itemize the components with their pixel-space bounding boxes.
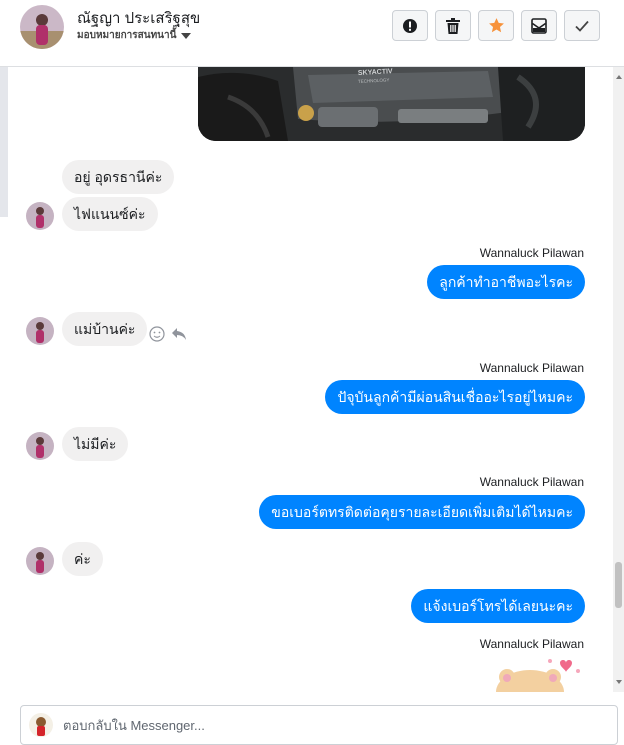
- assign-conversation[interactable]: มอบหมายการสนทนานี้: [77, 28, 192, 43]
- exclamation-circle-icon: [403, 18, 417, 33]
- delete-button[interactable]: [435, 10, 471, 41]
- sticker-message[interactable]: [490, 657, 585, 692]
- contact-avatar[interactable]: [20, 5, 64, 49]
- reply-input[interactable]: [63, 706, 603, 744]
- envelope-icon: [531, 17, 547, 34]
- caret-down-icon: [181, 32, 192, 39]
- message-thread: SKYACTIV TECHNOLOGY อยู่ อุดรธานีค่ะ ไฟแ…: [0, 67, 610, 692]
- assign-label: มอบหมายการสนทนานี้: [77, 30, 177, 41]
- checkmark-icon: [575, 20, 589, 32]
- star-button[interactable]: [478, 10, 514, 41]
- outgoing-message[interactable]: ปัจุบันลูกค้ามีผ่อนสินเชื่ออะไรอยู่ไหมคะ: [325, 380, 585, 414]
- conversation-header: ณัฐญา ประเสริฐสุข มอบหมายการสนทนานี้: [0, 0, 624, 67]
- sender-name: Wannaluck Pilawan: [479, 246, 584, 260]
- contact-avatar-small: [26, 547, 54, 575]
- shared-photo-engine[interactable]: SKYACTIV TECHNOLOGY: [198, 67, 585, 141]
- contact-name[interactable]: ณัฐญา ประเสริฐสุข: [77, 6, 200, 30]
- outgoing-message[interactable]: ลูกค้าทำอาชีพอะไรคะ: [427, 265, 585, 299]
- outgoing-message[interactable]: แจ้งเบอร์โทรได้เลยนะคะ: [411, 589, 585, 623]
- sender-name: Wannaluck Pilawan: [479, 637, 584, 651]
- incoming-message[interactable]: ค่ะ: [62, 542, 103, 576]
- contact-avatar-small: [26, 202, 54, 230]
- incoming-message[interactable]: อยู่ อุดรธานีค่ะ: [62, 160, 175, 194]
- mark-unread-button[interactable]: [521, 10, 557, 41]
- incoming-message[interactable]: แม่บ้านค่ะ: [62, 312, 148, 346]
- sender-name: Wannaluck Pilawan: [479, 475, 584, 489]
- react-emoji-icon[interactable]: [149, 326, 165, 347]
- alert-button[interactable]: [392, 10, 428, 41]
- reply-composer: [20, 705, 618, 745]
- scroll-thumb[interactable]: [615, 562, 622, 608]
- scroll-up-icon[interactable]: [616, 75, 622, 79]
- mark-done-button[interactable]: [564, 10, 600, 41]
- contact-avatar-small: [26, 432, 54, 460]
- page-avatar: [29, 713, 53, 737]
- vertical-scrollbar[interactable]: [613, 67, 624, 692]
- scroll-down-icon[interactable]: [616, 680, 622, 684]
- sender-name: Wannaluck Pilawan: [479, 361, 584, 375]
- trash-icon: [446, 17, 460, 34]
- star-icon: [488, 18, 504, 33]
- outgoing-message[interactable]: ขอเบอร์ตทรติดต่อคุยรายละเอียดเพิ่มเติมได…: [259, 495, 585, 529]
- incoming-message[interactable]: ไฟแนนซ์ค่ะ: [62, 197, 158, 231]
- contact-avatar-small: [26, 317, 54, 345]
- reply-icon[interactable]: [171, 326, 187, 347]
- incoming-message[interactable]: ไม่มีค่ะ: [62, 427, 129, 461]
